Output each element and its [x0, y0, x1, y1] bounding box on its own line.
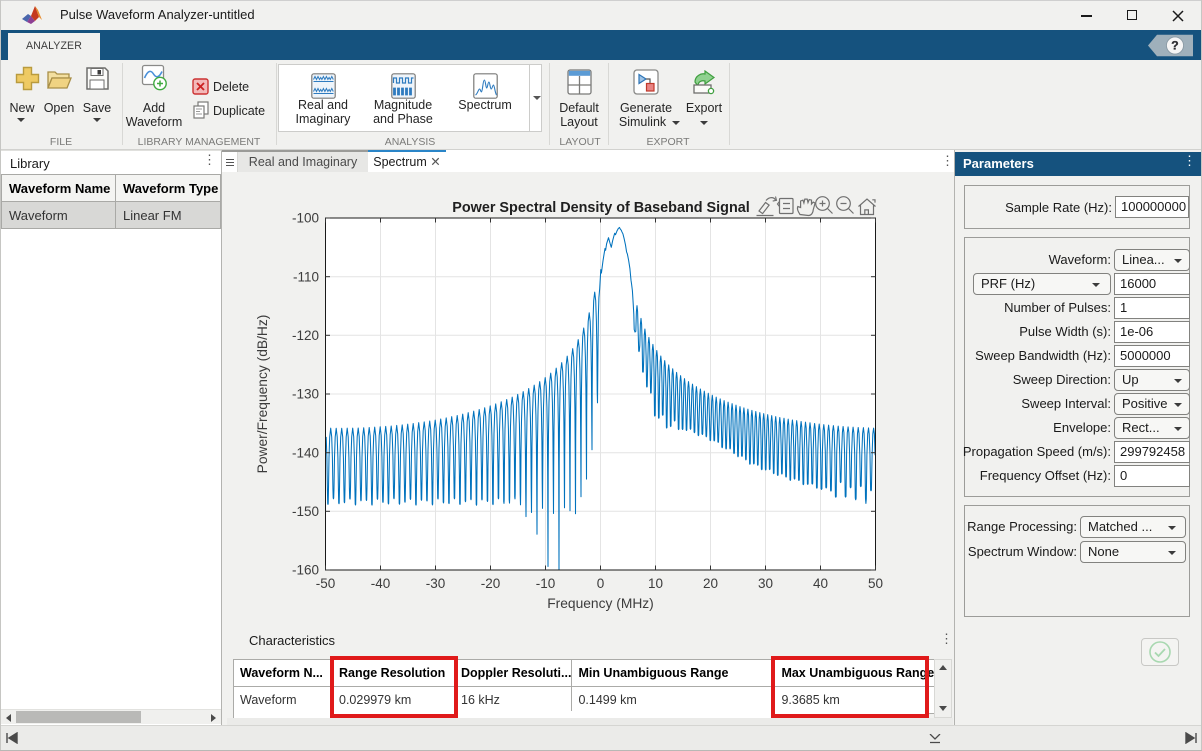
svg-text:-160: -160 — [292, 563, 319, 578]
svg-text:-30: -30 — [426, 576, 446, 591]
svg-text:Frequency (MHz): Frequency (MHz) — [547, 596, 654, 611]
svg-text:-50: -50 — [316, 576, 336, 591]
svg-text:-40: -40 — [371, 576, 391, 591]
svg-text:-140: -140 — [292, 445, 319, 460]
svg-text:-150: -150 — [292, 504, 319, 519]
svg-text:50: 50 — [868, 576, 883, 591]
svg-text:-10: -10 — [536, 576, 556, 591]
svg-text:10: 10 — [648, 576, 663, 591]
svg-text:-130: -130 — [292, 387, 319, 402]
svg-text:-100: -100 — [292, 211, 319, 226]
svg-text:40: 40 — [813, 576, 828, 591]
svg-text:0: 0 — [597, 576, 605, 591]
svg-text:-20: -20 — [481, 576, 501, 591]
svg-text:Power Spectral Density of Base: Power Spectral Density of Baseband Signa… — [452, 200, 750, 216]
svg-text:-120: -120 — [292, 328, 319, 343]
svg-text:-110: -110 — [293, 269, 319, 284]
svg-text:?: ? — [1171, 39, 1178, 53]
svg-text:30: 30 — [758, 576, 773, 591]
svg-text:Power/Frequency (dB/Hz): Power/Frequency (dB/Hz) — [255, 315, 270, 474]
svg-text:20: 20 — [703, 576, 718, 591]
